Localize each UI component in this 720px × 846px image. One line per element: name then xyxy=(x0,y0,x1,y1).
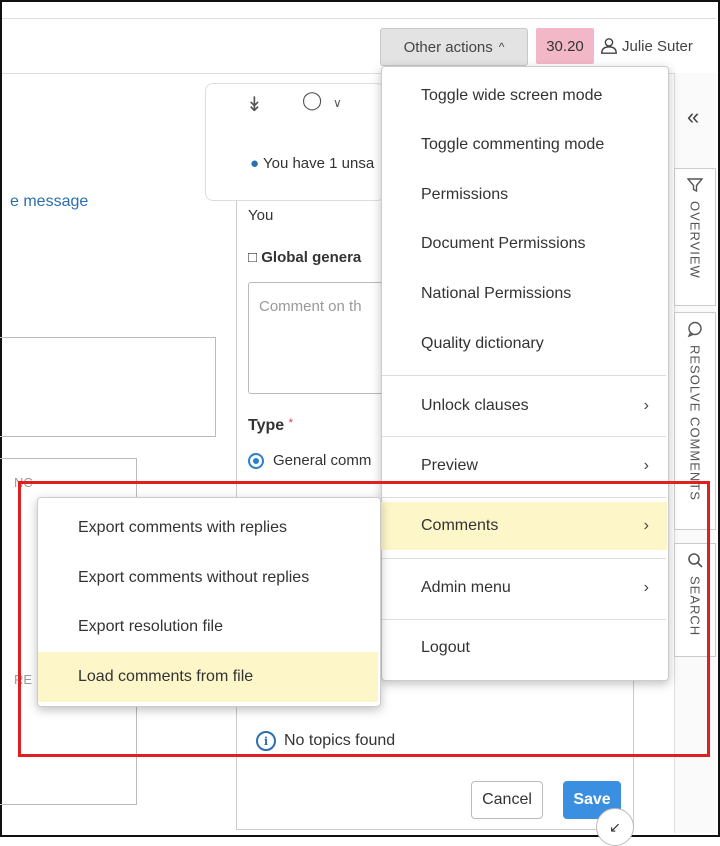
comment-placeholder: Comment on th xyxy=(259,298,362,315)
user-icon: ● xyxy=(250,155,263,172)
required-mark: * xyxy=(288,417,293,429)
menu-divider xyxy=(382,375,666,376)
user-menu[interactable]: Julie Suter xyxy=(600,28,693,64)
menu-item-quality-dictionary[interactable]: Quality dictionary xyxy=(381,320,667,368)
user-name: Julie Suter xyxy=(622,37,693,55)
global-general-label: □ Global genera xyxy=(248,249,362,266)
sidebar-tab-overview[interactable]: OVERVIEW xyxy=(674,168,716,306)
double-chevron-down-icon[interactable]: ↡ xyxy=(246,92,263,117)
version-badge[interactable]: 30.20 xyxy=(536,28,594,64)
other-actions-button[interactable]: Other actions ^ xyxy=(380,28,528,66)
comment-icon: □ xyxy=(248,249,262,266)
chevron-up-icon: ^ xyxy=(498,40,505,54)
unsaved-notice: ● You have 1 unsa xyxy=(250,155,375,172)
radio-general-label: General comm xyxy=(273,452,372,469)
type-label: Type * xyxy=(248,417,293,434)
user-icon xyxy=(601,38,617,54)
comment-bubble-icon xyxy=(687,321,702,337)
menu-item-national-permissions[interactable]: National Permissions xyxy=(381,270,667,318)
comment-toolbar xyxy=(205,83,385,201)
chevron-down-icon[interactable]: ∨ xyxy=(333,96,342,110)
filter-icon xyxy=(687,178,703,193)
menu-item-toggle-commenting[interactable]: Toggle commenting mode xyxy=(381,121,667,169)
other-actions-label: Other actions xyxy=(403,38,493,56)
comment-author: You xyxy=(248,207,274,224)
chevron-right-icon: › xyxy=(643,397,649,414)
highlight-annotation-box xyxy=(18,481,710,757)
menu-item-unlock-clauses[interactable]: Unlock clauses › xyxy=(381,382,667,430)
menu-divider xyxy=(382,436,666,437)
message-link[interactable]: e message xyxy=(10,193,88,211)
double-chevron-left-icon[interactable]: « xyxy=(687,104,699,130)
collapse-arrows-icon[interactable]: ↙ xyxy=(596,808,634,846)
menu-item-toggle-wide-screen[interactable]: Toggle wide screen mode xyxy=(381,72,667,120)
menu-item-permissions[interactable]: Permissions xyxy=(381,171,667,219)
left-content-box xyxy=(0,337,216,437)
comment-bubble-icon[interactable]: ◯ xyxy=(302,90,322,111)
menu-item-document-permissions[interactable]: Document Permissions xyxy=(381,220,667,268)
chevron-right-icon: › xyxy=(643,457,649,474)
radio-general-comment[interactable] xyxy=(248,453,264,469)
cancel-button[interactable]: Cancel xyxy=(471,781,543,819)
